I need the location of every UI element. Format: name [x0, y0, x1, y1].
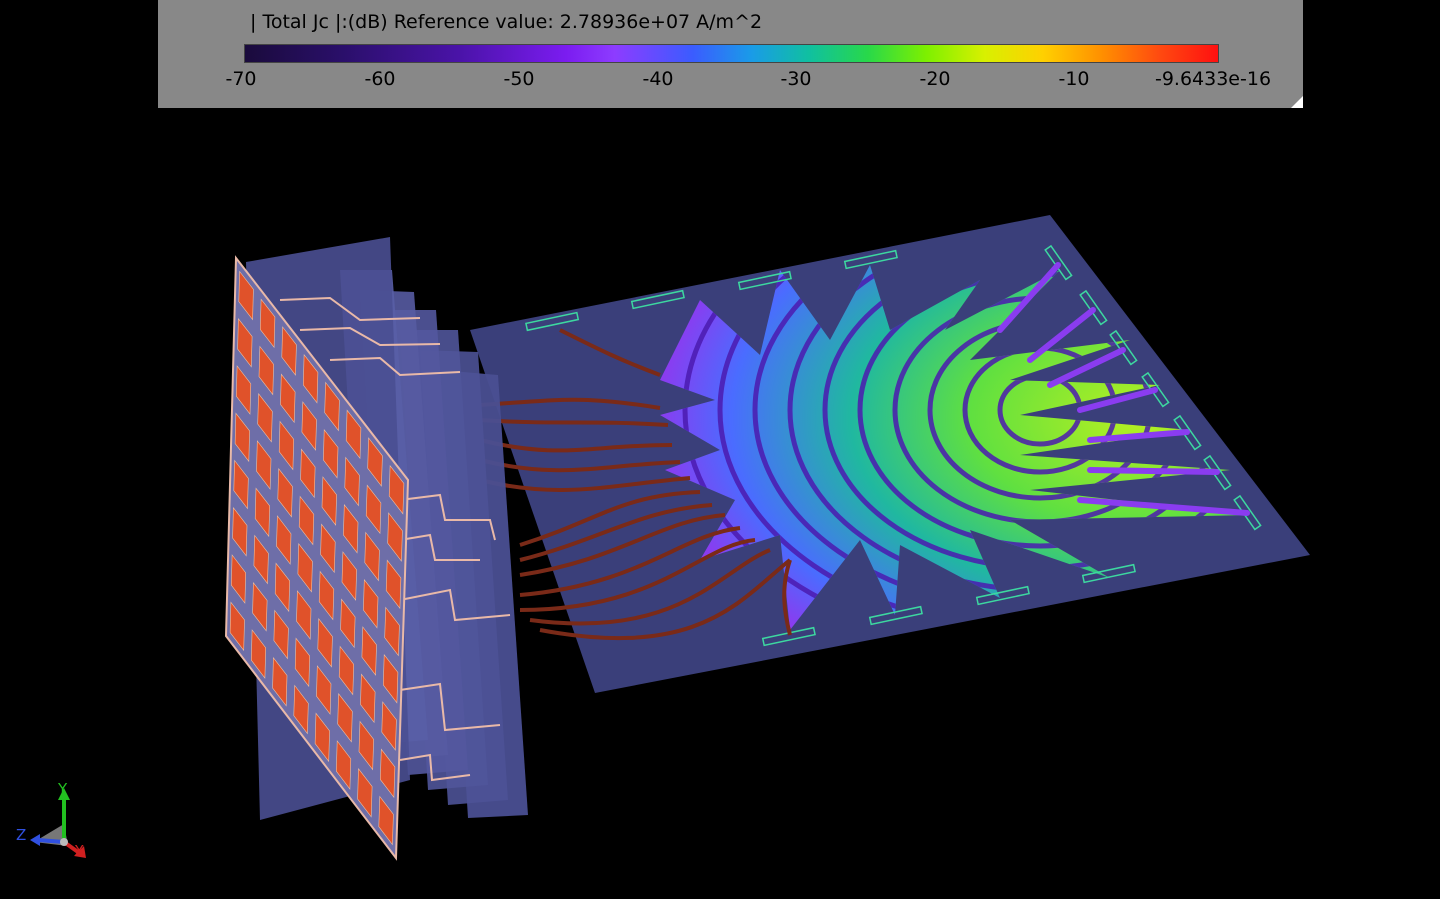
z-axis-label: Z [16, 826, 27, 844]
x-axis-label: X [74, 842, 85, 860]
orientation-axes-widget: Y Z X [12, 776, 92, 864]
y-axis-label: Y [58, 780, 68, 798]
3d-viewport[interactable] [0, 0, 1440, 899]
